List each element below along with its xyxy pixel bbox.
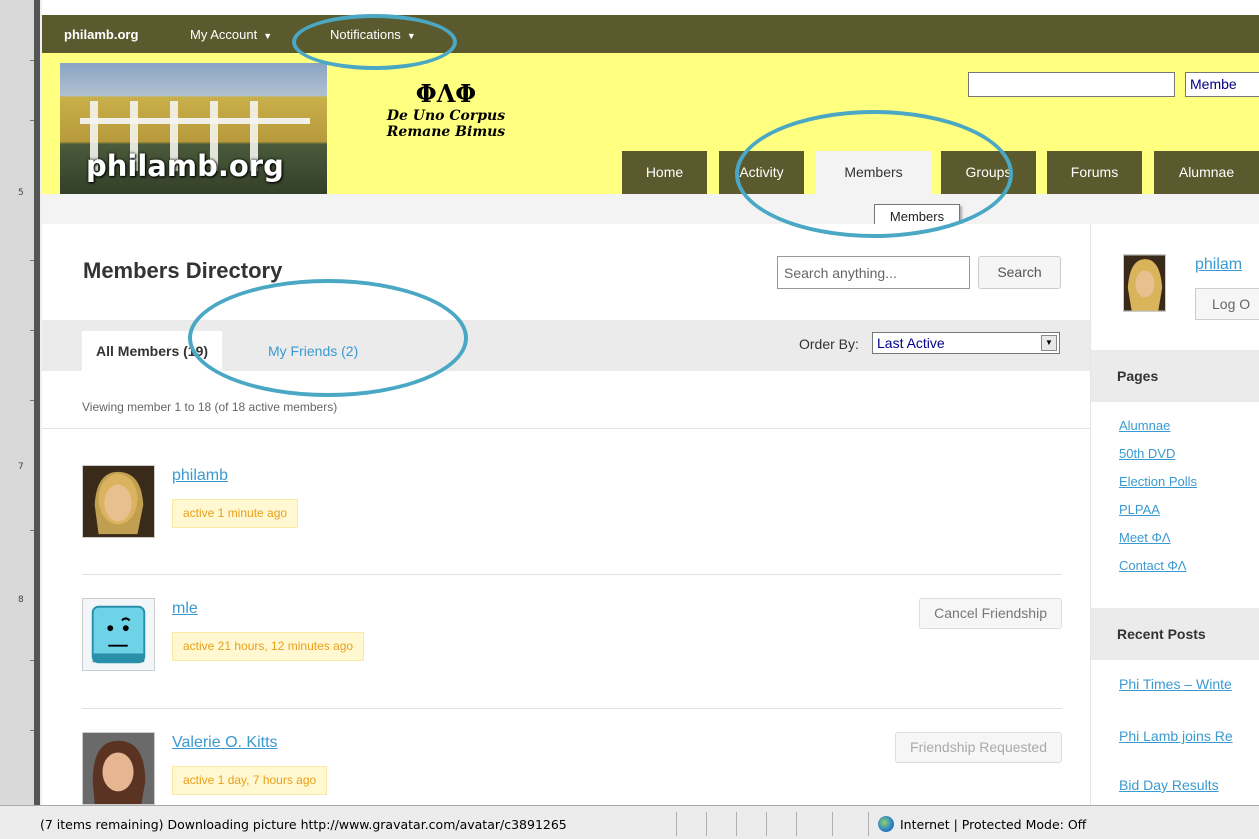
header-search-input[interactable] xyxy=(968,72,1175,97)
browser-window: 5 7 8 philamb.org My Account ▼ Notificati… xyxy=(0,0,1259,839)
chevron-down-icon: ▼ xyxy=(406,31,416,41)
recent-post-link[interactable]: Phi Lamb joins Re xyxy=(1119,728,1233,744)
sidebar: philam Log O Pages Alumnae 50th DVD Elec… xyxy=(1090,224,1259,805)
directory-search-button[interactable]: Search xyxy=(978,256,1061,289)
motto-line-2: Remane Bimus xyxy=(386,124,506,140)
sidebar-page-link[interactable]: Contact ΦΛ xyxy=(1119,558,1186,573)
members-directory: Members Directory Search anything... Sea… xyxy=(42,224,1090,805)
avatar[interactable] xyxy=(82,732,155,805)
avatar[interactable] xyxy=(1123,254,1166,312)
security-zone[interactable]: Internet | Protected Mode: Off xyxy=(878,816,1086,832)
directory-search-input[interactable]: Search anything... xyxy=(777,256,970,289)
current-user-link[interactable]: philam xyxy=(1195,256,1242,274)
globe-icon xyxy=(878,816,894,832)
sidebar-page-link[interactable]: 50th DVD xyxy=(1119,446,1175,461)
ruler-mark-7: 7 xyxy=(18,462,24,472)
ruler-mark-5: 5 xyxy=(18,188,24,198)
friendship-requested-button[interactable]: Friendship Requested xyxy=(895,732,1062,763)
sidebar-page-link[interactable]: Election Polls xyxy=(1119,474,1197,489)
dropdown-arrow-icon[interactable]: ▼ xyxy=(1041,335,1057,351)
member-row: Valerie O. Kitts active 1 day, 7 hours a… xyxy=(82,732,1062,805)
recent-post-link[interactable]: Phi Times – Winte xyxy=(1119,676,1232,692)
tab-my-friends[interactable]: My Friends (2) xyxy=(268,331,358,371)
my-account-label: My Account xyxy=(190,27,258,42)
avatar[interactable] xyxy=(82,465,155,538)
order-by-label: Order By: xyxy=(799,336,859,352)
ruler-edge xyxy=(34,0,40,805)
recent-post-link[interactable]: Bid Day Results xyxy=(1119,777,1219,793)
sidebar-page-link[interactable]: Meet ΦΛ xyxy=(1119,530,1171,545)
status-message: (7 items remaining) Downloading picture … xyxy=(40,817,567,832)
sidebar-page-link[interactable]: Alumnae xyxy=(1119,418,1170,433)
nav-tab-groups[interactable]: Groups xyxy=(941,151,1036,194)
tab-all-members[interactable]: All Members (19) xyxy=(82,331,223,371)
viewing-count: Viewing member 1 to 18 (of 18 active mem… xyxy=(82,400,338,414)
logout-button[interactable]: Log O xyxy=(1195,288,1259,320)
site-header: philamb.org ΦΛΦ De Uno Corpus Remane Bim… xyxy=(42,53,1259,194)
adminbar-notifications[interactable]: Notifications ▼ xyxy=(330,27,416,42)
member-name[interactable]: philamb xyxy=(172,467,228,485)
directory-tabs: All Members (19) My Friends (2) Order By… xyxy=(42,320,1090,371)
cancel-friendship-button[interactable]: Cancel Friendship xyxy=(919,598,1062,629)
recent-posts-heading: Recent Posts xyxy=(1091,608,1259,660)
security-zone-label: Internet | Protected Mode: Off xyxy=(900,817,1087,832)
motto-line-1: De Uno Corpus xyxy=(386,108,506,124)
browser-status-bar: (7 items remaining) Downloading picture … xyxy=(0,805,1259,839)
avatar[interactable] xyxy=(82,598,155,671)
nav-tab-members[interactable]: Members xyxy=(816,151,931,194)
nav-tab-alumnae[interactable]: Alumnae xyxy=(1154,151,1259,194)
member-status: active 1 day, 7 hours ago xyxy=(172,766,328,795)
order-by-select[interactable]: Last Active ▼ xyxy=(872,332,1060,354)
greek-letters: ΦΛΦ xyxy=(415,79,477,108)
nav-tab-forums[interactable]: Forums xyxy=(1047,151,1142,194)
notifications-label: Notifications xyxy=(330,27,401,42)
member-name[interactable]: Valerie O. Kitts xyxy=(172,734,278,752)
sidebar-page-link[interactable]: PLPAA xyxy=(1119,502,1160,517)
crest-logo: ΦΛΦ De Uno Corpus Remane Bimus xyxy=(346,79,546,140)
member-status: active 1 minute ago xyxy=(172,499,299,528)
nav-tab-activity[interactable]: Activity xyxy=(719,151,804,194)
member-status: active 21 hours, 12 minutes ago xyxy=(172,632,365,661)
adminbar-site-link[interactable]: philamb.org xyxy=(64,27,138,42)
ruler-mark-8: 8 xyxy=(18,595,24,605)
adminbar-my-account[interactable]: My Account ▼ xyxy=(190,27,272,42)
pages-heading: Pages xyxy=(1091,350,1259,402)
nav-tab-home[interactable]: Home xyxy=(622,151,707,194)
admin-bar: philamb.org My Account ▼ Notifications ▼ xyxy=(42,15,1259,53)
member-row: philamb active 1 minute ago xyxy=(82,465,1062,575)
web-page: philamb.org My Account ▼ Notifications ▼ p… xyxy=(42,0,1259,805)
member-name[interactable]: mle xyxy=(172,600,198,618)
header-search-select[interactable]: Membe xyxy=(1185,72,1259,97)
page-title: Members Directory xyxy=(83,258,283,283)
member-row: mle active 21 hours, 12 minutes ago Canc… xyxy=(82,598,1062,708)
chevron-down-icon: ▼ xyxy=(263,31,273,41)
left-ruler: 5 7 8 xyxy=(0,0,40,805)
order-by-value: Last Active xyxy=(877,335,945,351)
main-nav: Home Activity Members Groups Forums Alum… xyxy=(42,151,1259,194)
